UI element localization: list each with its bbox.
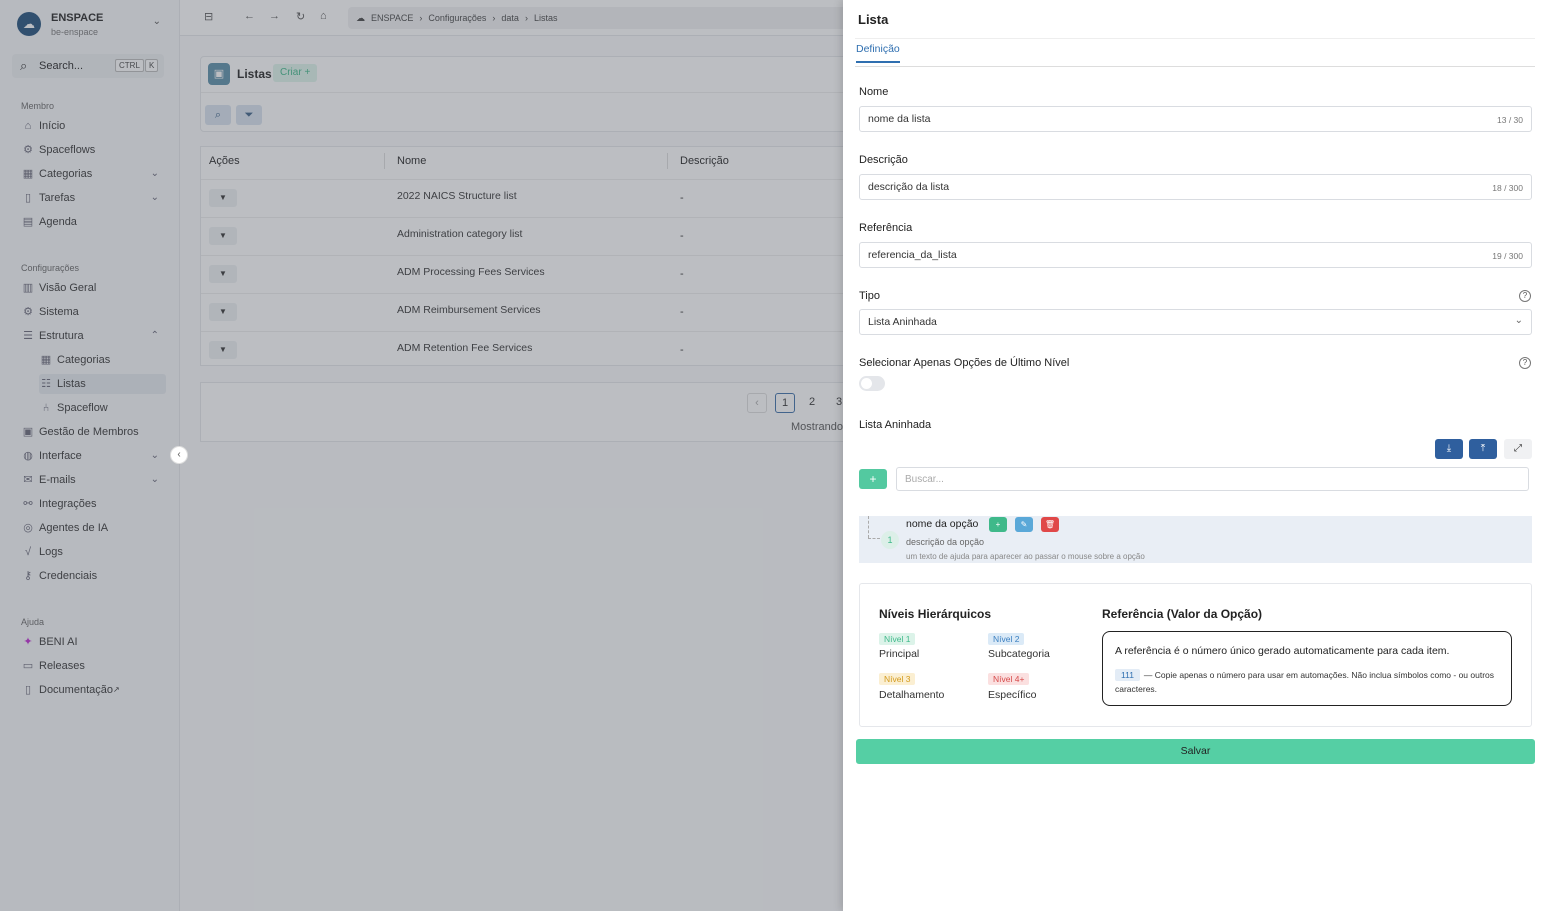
collapse-sidebar-button[interactable]: ‹ [170,446,188,464]
add-option-button[interactable]: + [859,469,887,489]
descricao-input[interactable]: descrição da lista 18 / 300 [859,174,1532,200]
download-icon: ⤓ [1446,443,1452,454]
level-label: Detalhamento [879,689,945,701]
tab-definicao[interactable]: Definição [856,43,900,63]
level-badge: Nível 3 [879,673,916,685]
plus-icon: + [995,520,1001,529]
char-counter: 19 / 300 [1492,251,1523,261]
info-box: Níveis Hierárquicos Nível 1 Principal Ní… [859,583,1532,727]
expand-icon: ⤢ [1514,443,1522,454]
pencil-icon: ✎ [1020,520,1028,529]
add-child-button[interactable]: + [989,517,1007,532]
referencia-value: referencia_da_lista [868,249,957,261]
reference-title: Referência (Valor da Opção) [1102,607,1263,621]
upload-icon: ⤒ [1480,443,1486,454]
char-counter: 18 / 300 [1492,183,1523,193]
buscar-placeholder: Buscar... [905,474,944,485]
plus-icon: + [869,472,877,486]
level-badge: Nível 4+ [988,673,1030,685]
descricao-label: Descrição [859,154,908,166]
level-label: Principal [879,648,920,660]
option-help-text: um texto de ajuda para aparecer ao passa… [906,552,1145,561]
delete-option-button[interactable]: 🗑 [1041,517,1059,532]
descricao-value: descrição da lista [868,181,950,193]
referencia-label: Referência [859,222,913,234]
list-editor-panel: Lista Definição Nome nome da lista 13 / 3… [843,0,1541,911]
tipo-label: Tipo [859,290,880,302]
nome-value: nome da lista [868,113,931,125]
nome-input[interactable]: nome da lista 13 / 30 [859,106,1532,132]
option-description: descrição da opção [906,537,985,547]
download-button[interactable]: ⤓ [1435,439,1463,459]
reference-example-tag: 111 [1115,669,1140,681]
level-badge: Nível 2 [988,633,1025,645]
chevron-down-icon: ⌄ [1514,315,1523,326]
tipo-select[interactable]: Lista Aninhada ⌄ [859,309,1532,335]
char-counter: 13 / 30 [1497,115,1523,125]
ultimo-nivel-toggle[interactable] [859,376,885,391]
option-level-badge: 1 [881,531,899,549]
trash-icon: 🗑 [1044,520,1056,529]
level-badge: Nível 1 [879,633,916,645]
levels-title: Níveis Hierárquicos [879,607,992,621]
edit-option-button[interactable]: ✎ [1015,517,1033,532]
nome-label: Nome [859,86,889,98]
modal-backdrop[interactable] [0,0,843,911]
ultimo-nivel-label: Selecionar Apenas Opções de Último Nível [859,357,1070,369]
level-label: Subcategoria [988,648,1050,660]
level-label: Específico [988,689,1037,701]
buscar-input[interactable]: Buscar... [896,467,1529,491]
reference-explanation: A referência é o número único gerado aut… [1102,631,1512,706]
chevron-left-icon: ‹ [177,449,181,460]
option-item[interactable]: 1 nome da opção + ✎ 🗑 descrição da opção… [859,516,1532,563]
reference-note-text: — Copie apenas o número para usar em aut… [1115,670,1495,694]
save-button[interactable]: Salvar [856,739,1535,764]
lista-aninhada-label: Lista Aninhada [859,419,932,431]
referencia-input[interactable]: referencia_da_lista 19 / 300 [859,242,1532,268]
toggle-knob [861,378,872,389]
option-name: nome da opção [906,518,979,530]
panel-title: Lista [858,12,889,27]
expand-button[interactable]: ⤢ [1504,439,1532,459]
help-icon[interactable]: ? [1519,357,1531,369]
tipo-value: Lista Aninhada [868,316,937,328]
reference-note: 111— Copie apenas o número para usar em … [1115,668,1495,696]
help-icon[interactable]: ? [1519,290,1531,302]
upload-button[interactable]: ⤒ [1469,439,1497,459]
reference-text: A referência é o número único gerado aut… [1115,645,1450,657]
panel-tabs: Definição [855,38,1535,67]
